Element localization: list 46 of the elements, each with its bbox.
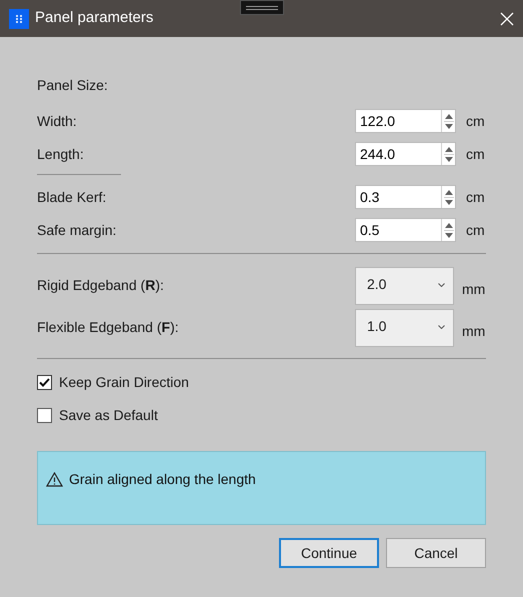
warning-icon (46, 472, 63, 486)
section-heading: Panel Size: (37, 76, 109, 95)
field-label: Blade Kerf: (37, 188, 106, 206)
field-value: 0.3 (359, 188, 380, 207)
unit-label: cm (466, 188, 485, 206)
checkbox-label: Save as Default (59, 406, 158, 425)
unit-label: cm (466, 220, 485, 240)
up-arrow-icon[interactable] (444, 114, 452, 118)
number-field[interactable]: 244.0 (355, 142, 456, 166)
down-arrow-icon[interactable] (444, 232, 452, 238)
field-value: 0.5 (359, 221, 380, 240)
window-title: Panel parameters (35, 8, 154, 28)
field-label: Rigid Edgeband (R): (37, 276, 164, 295)
up-arrow-icon[interactable] (444, 146, 452, 152)
drag-handle[interactable] (240, 0, 284, 15)
dropdown[interactable]: 2.0 (355, 267, 454, 305)
field-label: Safe margin: (37, 220, 116, 240)
number-field[interactable]: 0.5 (355, 218, 456, 242)
unit-label: mm (462, 322, 486, 340)
field-value: 244.0 (359, 145, 396, 164)
field-value: 122.0 (359, 112, 396, 131)
down-arrow-icon[interactable] (444, 200, 452, 204)
dropdown[interactable]: 1.0 (355, 309, 454, 347)
up-arrow-icon[interactable] (444, 190, 452, 194)
number-field[interactable]: 0.3 (355, 185, 456, 209)
dialog-button[interactable]: Cancel (386, 538, 486, 568)
unit-label: cm (466, 112, 485, 130)
number-field[interactable]: 122.0 (355, 109, 456, 133)
dialog-button[interactable]: Continue (279, 538, 379, 568)
chevron-down-icon (438, 283, 445, 287)
down-arrow-icon[interactable] (444, 124, 452, 128)
checkbox-label: Keep Grain Direction (59, 373, 189, 392)
down-arrow-icon[interactable] (444, 156, 452, 162)
field-label: Flexible Edgeband (F): (37, 318, 179, 337)
app-icon (9, 8, 29, 28)
field-label: Length: (37, 144, 84, 164)
unit-label: cm (466, 144, 485, 164)
check-icon (39, 378, 50, 387)
checkbox[interactable] (37, 375, 52, 390)
checkbox[interactable] (37, 408, 52, 423)
chevron-down-icon (438, 325, 445, 329)
up-arrow-icon[interactable] (444, 222, 452, 228)
field-label: Width: (37, 112, 77, 130)
close-icon[interactable] (500, 12, 514, 26)
unit-label: mm (462, 280, 486, 298)
info-message: Grain aligned along the length (69, 470, 256, 489)
